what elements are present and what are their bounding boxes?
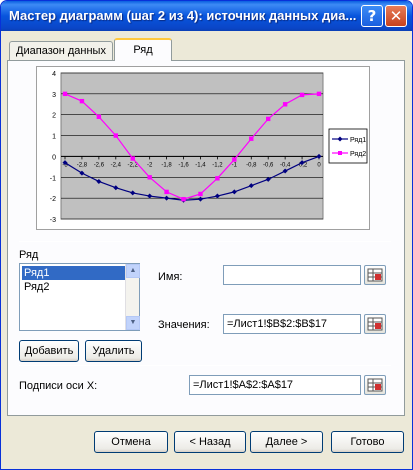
- finish-button[interactable]: Готово: [331, 431, 404, 453]
- y-tick-label: 1: [52, 134, 56, 141]
- y-tick-label: -2: [50, 196, 56, 203]
- series-listbox[interactable]: Ряд1 Ряд2 ▲ ▼: [19, 263, 140, 331]
- finish-label: Готово: [350, 436, 385, 448]
- x-tick-label: -0,8: [246, 162, 257, 168]
- y-tick-label: 4: [52, 71, 56, 78]
- y-tick-label: 2: [52, 113, 56, 120]
- data-point: [198, 191, 203, 197]
- data-point: [249, 136, 254, 141]
- x-tick-label: -0,6: [263, 162, 274, 168]
- list-item[interactable]: Ряд1: [22, 266, 125, 280]
- close-icon[interactable]: ✕: [385, 5, 407, 27]
- name-input[interactable]: [223, 265, 361, 285]
- data-point: [96, 114, 102, 119]
- range-collapse-icon[interactable]: [364, 375, 386, 395]
- x-labels-input[interactable]: =Лист1!$A$2:$A$17: [189, 375, 361, 395]
- back-label: < Назад: [189, 436, 231, 448]
- x-tick-label: -2,8: [77, 162, 88, 168]
- divider: [19, 241, 391, 242]
- back-button[interactable]: < Назад: [174, 431, 246, 453]
- listbox-scrollbar[interactable]: ▲ ▼: [125, 264, 140, 330]
- x-labels-label: Подписи оси X:: [19, 380, 98, 392]
- values-label: Значения:: [158, 319, 210, 331]
- name-label: Имя:: [158, 271, 183, 283]
- x-tick-label: -2,6: [94, 162, 105, 168]
- scroll-up-icon[interactable]: ▲: [126, 264, 140, 278]
- y-tick-label: 0: [52, 154, 56, 161]
- data-point: [79, 98, 85, 104]
- scroll-down-icon[interactable]: ▼: [126, 316, 140, 330]
- tab-data-range[interactable]: Диапазон данных: [9, 41, 113, 60]
- data-point: [232, 157, 237, 162]
- add-series-button[interactable]: Добавить: [19, 340, 79, 362]
- range-collapse-glyph: [367, 378, 383, 392]
- title-bar[interactable]: Мастер диаграмм (шаг 2 из 4): источник д…: [1, 1, 412, 31]
- x-tick-label: -1,4: [195, 162, 206, 168]
- x-tick-label: -1,6: [178, 162, 189, 168]
- data-point: [266, 116, 271, 122]
- chart-svg: -3-2-101234-3 -2,8 -2,6 -2,4 -2,2 -2 -1,8 -1,6-…: [50, 71, 368, 224]
- data-point: [164, 189, 169, 195]
- data-point: [147, 175, 152, 180]
- divider: [19, 365, 391, 366]
- y-tick-label: -1: [50, 175, 56, 182]
- data-point: [316, 91, 322, 97]
- data-point: [282, 102, 288, 107]
- list-item[interactable]: Ряд2: [22, 280, 125, 294]
- legend-label: Ряд1: [350, 137, 366, 144]
- cancel-button[interactable]: Отмена: [94, 431, 168, 453]
- x-tick-label: -2,4: [111, 162, 122, 168]
- data-point: [62, 91, 68, 97]
- cancel-label: Отмена: [111, 436, 151, 448]
- data-point: [215, 176, 220, 181]
- chart-wizard-dialog: Мастер диаграмм (шаг 2 из 4): источник д…: [0, 0, 413, 470]
- values-input[interactable]: =Лист1!$B$2:$B$17: [223, 314, 361, 334]
- data-point: [299, 92, 305, 98]
- range-collapse-glyph: [367, 317, 383, 331]
- data-point: [181, 196, 186, 202]
- legend-label: Ряд2: [350, 151, 366, 158]
- next-button[interactable]: Далее >: [250, 431, 323, 453]
- x-tick-label: -0,4: [280, 162, 291, 168]
- range-collapse-icon[interactable]: [364, 314, 386, 334]
- delete-series-button[interactable]: Удалить: [85, 340, 142, 362]
- add-series-label: Добавить: [24, 345, 74, 357]
- help-icon[interactable]: ?: [361, 5, 383, 27]
- series-section-label: Ряд: [19, 249, 39, 261]
- y-tick-label: -3: [50, 217, 56, 224]
- delete-series-label: Удалить: [92, 345, 135, 357]
- x-tick-label: -1: [232, 162, 238, 168]
- data-point: [113, 133, 118, 138]
- range-collapse-glyph: [367, 268, 383, 282]
- x-tick-label: -1,2: [212, 162, 223, 168]
- x-tick-label: -1,8: [161, 162, 172, 168]
- window-title: Мастер диаграмм (шаг 2 из 4): источник д…: [9, 8, 357, 23]
- data-point: [130, 156, 135, 161]
- range-collapse-icon[interactable]: [364, 265, 386, 285]
- legend-marker: [338, 151, 342, 155]
- y-tick-label: 3: [52, 92, 56, 99]
- x-tick-label: -2: [147, 162, 153, 168]
- next-label: Далее >: [265, 436, 308, 448]
- chart-preview: -3 -2 -1 0 1 2 3 4 -3 -2,8 -2,6 -2,4 -2,2 -2 -1,8 -1,6-…: [36, 66, 370, 230]
- tab-series[interactable]: Ряд: [114, 38, 172, 61]
